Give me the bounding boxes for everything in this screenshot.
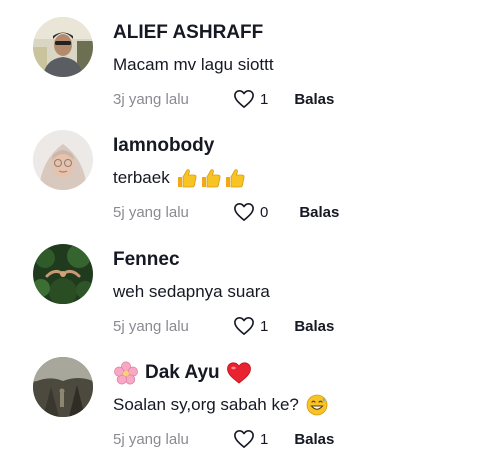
heart-outline-icon	[234, 90, 254, 108]
username-label[interactable]: Fennec	[113, 249, 180, 271]
thumbs-up-icon	[176, 167, 198, 189]
timestamp: 5j yang lalu	[113, 430, 189, 448]
avatar[interactable]	[33, 357, 93, 417]
timestamp: 5j yang lalu	[113, 203, 189, 221]
heart-outline-icon	[234, 430, 254, 448]
comment-meta: 5j yang lalu 1 Balas	[113, 428, 334, 450]
username-label[interactable]: Dak Ayu	[145, 362, 220, 384]
like-button[interactable]: 1	[233, 429, 268, 449]
comment-text-label: Soalan sy,org sabah ke?	[113, 395, 299, 414]
comment-text-label: terbaek	[113, 168, 170, 187]
man-in-car-avatar	[33, 17, 93, 77]
avatar[interactable]	[33, 17, 93, 77]
comment-text: terbaek	[113, 166, 246, 190]
comment-text-label: Macam mv lagu siottt	[113, 55, 274, 74]
like-button[interactable]: 1	[233, 89, 268, 109]
comment-text: Macam mv lagu siottt	[113, 53, 274, 77]
woman-hijab-avatar	[33, 130, 93, 190]
forest-avatar	[33, 244, 93, 304]
comment-username[interactable]: Dak Ayu	[113, 360, 252, 386]
thumbs-up-icon	[200, 167, 222, 189]
username-label[interactable]: ALIEF ASHRAFF	[113, 22, 263, 44]
username-label[interactable]: Iamnobody	[113, 135, 214, 157]
reply-button[interactable]: Balas	[294, 318, 334, 335]
comment-item: Fennec weh sedapnya suara 5j yang lalu 1…	[0, 227, 490, 340]
reply-button[interactable]: Balas	[299, 204, 339, 221]
comment-text-label: weh sedapnya suara	[113, 282, 270, 301]
like-count: 1	[260, 90, 269, 108]
avatar[interactable]	[33, 130, 93, 190]
like-count: 0	[260, 203, 269, 221]
comment-meta: 3j yang lalu 1 Balas	[113, 88, 334, 110]
comment-username[interactable]: ALIEF ASHRAFF	[113, 20, 263, 46]
comment-meta: 5j yang lalu 0 Balas	[113, 201, 339, 223]
comment-username[interactable]: Fennec	[113, 247, 180, 273]
landscape-avatar	[33, 357, 93, 417]
heart-outline-icon	[234, 203, 254, 221]
heart-outline-icon	[234, 317, 254, 335]
red-heart-icon	[226, 360, 252, 386]
timestamp: 5j yang lalu	[113, 317, 189, 335]
like-button[interactable]: 1	[233, 316, 268, 336]
grinning-sweat-icon	[306, 394, 328, 416]
thumbs-up-icon	[224, 167, 246, 189]
comment-item: Dak Ayu Soalan sy,org sabah ke? 5j yang …	[0, 340, 490, 453]
comment-item: Iamnobody terbaek 5j yang lalu 0 Balas	[0, 113, 490, 226]
like-count: 1	[260, 317, 269, 335]
comment-text: weh sedapnya suara	[113, 280, 270, 304]
like-button[interactable]: 0	[233, 202, 268, 222]
reply-button[interactable]: Balas	[294, 431, 334, 448]
cherry-blossom-icon	[113, 360, 139, 386]
comment-username[interactable]: Iamnobody	[113, 133, 214, 159]
like-count: 1	[260, 430, 269, 448]
comment-item: ALIEF ASHRAFF Macam mv lagu siottt 3j ya…	[0, 0, 490, 113]
timestamp: 3j yang lalu	[113, 90, 189, 108]
comment-text: Soalan sy,org sabah ke?	[113, 393, 328, 417]
comment-meta: 5j yang lalu 1 Balas	[113, 315, 334, 337]
reply-button[interactable]: Balas	[294, 91, 334, 108]
avatar[interactable]	[33, 244, 93, 304]
